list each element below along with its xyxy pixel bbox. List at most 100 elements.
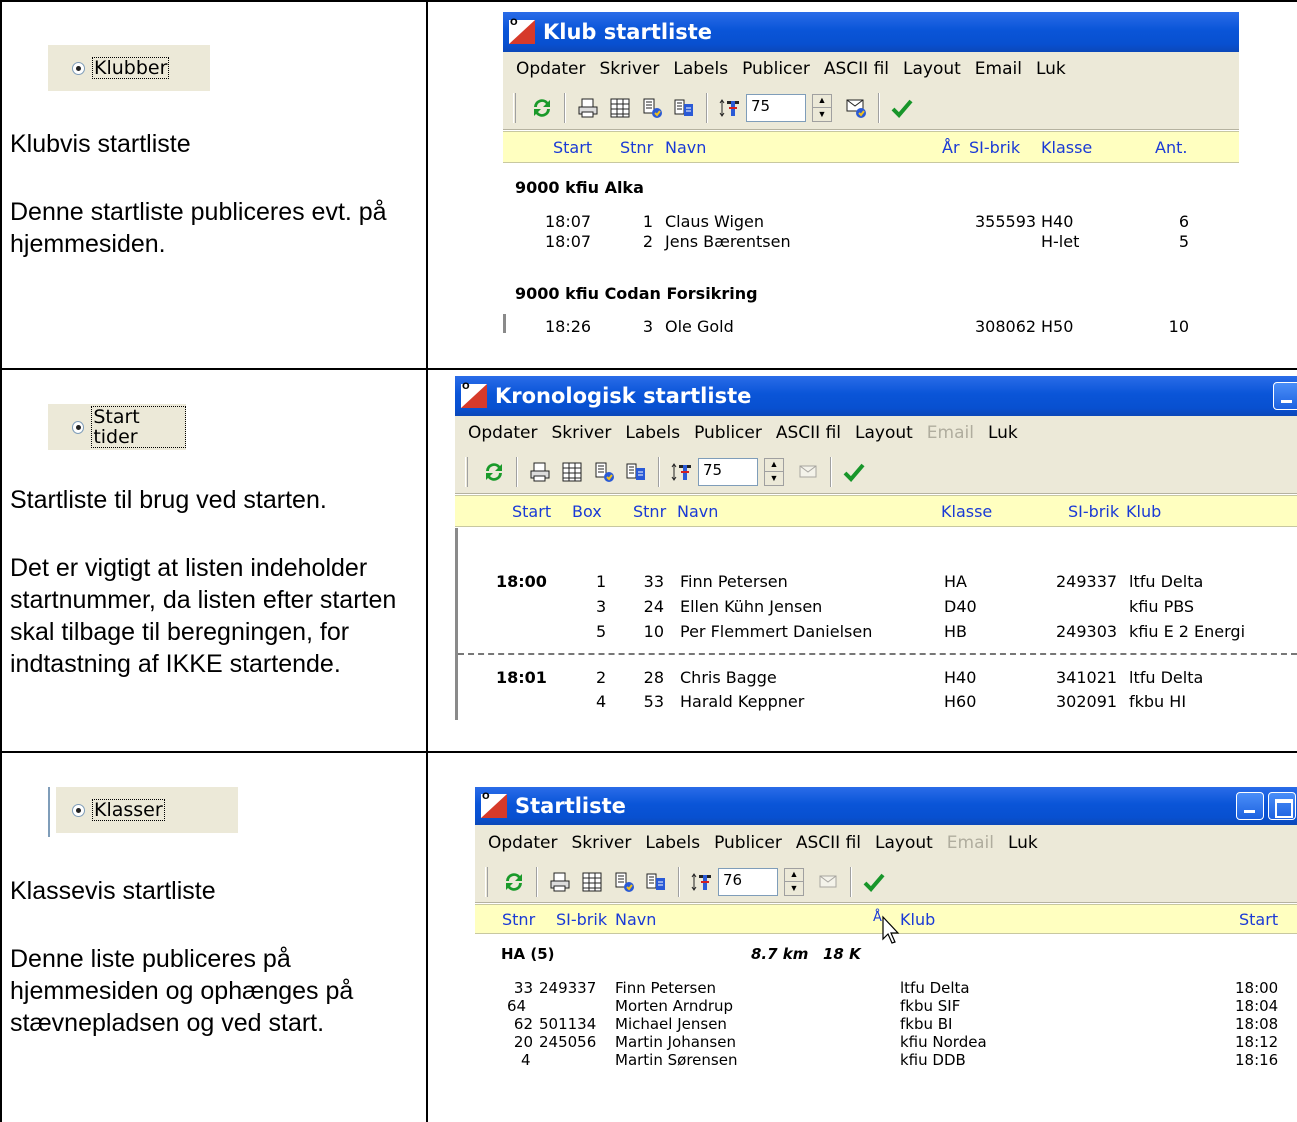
spin-up-icon[interactable]: ▲	[765, 459, 783, 472]
cell-klub: fkbu HI	[1129, 692, 1187, 711]
spin-down-icon[interactable]: ▼	[785, 882, 803, 895]
list-body: 18:00 1 33 Finn Petersen HA 249337 ltfu …	[455, 528, 1297, 720]
checkmark-icon[interactable]	[840, 458, 868, 486]
menu-layout[interactable]: Layout	[896, 59, 968, 79]
column-header-navn[interactable]: Navn	[615, 910, 656, 929]
font-size-spinner[interactable]: ▲ ▼	[784, 867, 804, 896]
column-header-start[interactable]: Start	[512, 502, 551, 521]
menu-labels[interactable]: Labels	[666, 59, 735, 79]
grid-icon[interactable]	[558, 458, 586, 486]
menu-luk[interactable]: Luk	[981, 423, 1025, 443]
menu-opdater[interactable]: Opdater	[509, 59, 593, 79]
cell-start: 18:12	[1235, 1033, 1279, 1051]
radio-klubber[interactable]: Klubber	[48, 45, 210, 91]
grid-icon[interactable]	[606, 94, 634, 122]
menu-layout[interactable]: Layout	[868, 833, 940, 853]
checkmark-icon[interactable]	[888, 94, 916, 122]
menu-ascii-fil[interactable]: ASCII fil	[769, 423, 848, 443]
column-header-ant[interactable]: Ant.	[1155, 138, 1187, 157]
checkmark-icon[interactable]	[860, 868, 888, 896]
cell-navn: Michael Jensen	[615, 1015, 727, 1033]
radio-start-tider[interactable]: Start tider	[48, 404, 186, 450]
toolbar: 75 ▲ ▼	[455, 450, 1297, 494]
app-logo-icon	[461, 382, 487, 408]
radio-klasser[interactable]: Klasser	[56, 787, 238, 833]
labels-icon[interactable]	[590, 458, 618, 486]
menu-ascii-fil[interactable]: ASCII fil	[817, 59, 896, 79]
email-icon[interactable]	[842, 94, 870, 122]
column-header-sibrik[interactable]: SI-brik	[1068, 502, 1119, 521]
refresh-icon[interactable]	[480, 458, 508, 486]
column-header-start[interactable]: Start	[1239, 910, 1278, 929]
cell-start: 18:16	[1235, 1051, 1279, 1069]
font-size-input[interactable]: 75	[746, 93, 806, 122]
grid-icon[interactable]	[578, 868, 606, 896]
font-size-input[interactable]: 76	[718, 867, 778, 896]
menu-opdater[interactable]: Opdater	[461, 423, 545, 443]
column-header-box[interactable]: Box	[572, 502, 602, 521]
column-header-navn[interactable]: Navn	[677, 502, 718, 521]
column-header-navn[interactable]: Navn	[665, 138, 706, 157]
list-header: Start Box Stnr Navn Klasse SI-brik Klub	[455, 495, 1297, 527]
printer-icon[interactable]	[546, 868, 574, 896]
minimize-button[interactable]	[1236, 792, 1264, 820]
printer-icon[interactable]	[526, 458, 554, 486]
menu-skriver[interactable]: Skriver	[565, 833, 639, 853]
menu-luk[interactable]: Luk	[1029, 59, 1073, 79]
menu-publicer[interactable]: Publicer	[735, 59, 817, 79]
menu-luk[interactable]: Luk	[1001, 833, 1045, 853]
svg-text:Å: Å	[873, 909, 882, 925]
font-size-spinner[interactable]: ▲ ▼	[764, 457, 784, 486]
font-size-input[interactable]: 75	[698, 457, 758, 486]
column-header-klasse[interactable]: Klasse	[1041, 138, 1092, 157]
column-header-stnr[interactable]: Stnr	[502, 910, 535, 929]
menu-skriver[interactable]: Skriver	[545, 423, 619, 443]
toolbar-separator	[516, 456, 518, 487]
menu-layout[interactable]: Layout	[848, 423, 920, 443]
menu-email[interactable]: Email	[968, 59, 1029, 79]
printer-icon[interactable]	[574, 94, 602, 122]
column-header-stnr[interactable]: Stnr	[620, 138, 653, 157]
maximize-button[interactable]	[1268, 792, 1296, 820]
titlebar: Kronologisk startliste	[455, 376, 1297, 416]
minimize-button[interactable]	[1273, 382, 1297, 410]
menu-labels[interactable]: Labels	[618, 423, 687, 443]
font-size-spinner[interactable]: ▲ ▼	[812, 93, 832, 122]
menu-skriver[interactable]: Skriver	[593, 59, 667, 79]
labels-icon[interactable]	[610, 868, 638, 896]
spin-up-icon[interactable]: ▲	[785, 869, 803, 882]
spin-up-icon[interactable]: ▲	[813, 95, 831, 108]
column-header-klub[interactable]: Klub	[1126, 502, 1161, 521]
cell-klasse: H40	[944, 668, 977, 687]
cell-navn: Morten Arndrup	[615, 997, 734, 1015]
menu-labels[interactable]: Labels	[638, 833, 707, 853]
cell-navn: Claus Wigen	[665, 212, 765, 231]
column-header-klasse[interactable]: Klasse	[941, 502, 992, 521]
publish-icon[interactable]	[670, 94, 698, 122]
labels-icon[interactable]	[638, 94, 666, 122]
column-header-sibrik[interactable]: SI-brik	[969, 138, 1020, 157]
cell-stnr: 24	[643, 597, 664, 616]
menu-publicer[interactable]: Publicer	[687, 423, 769, 443]
refresh-icon[interactable]	[500, 868, 528, 896]
column-header-sibrik[interactable]: SI-brik	[556, 910, 607, 929]
cell-klub: kfiu PBS	[1129, 597, 1195, 616]
publish-icon[interactable]	[622, 458, 650, 486]
description-title: Klubvis startliste	[10, 130, 191, 158]
cell-navn: Jens Bærentsen	[665, 232, 791, 251]
publish-icon[interactable]	[642, 868, 670, 896]
spin-down-icon[interactable]: ▼	[765, 472, 783, 485]
menu-opdater[interactable]: Opdater	[481, 833, 565, 853]
toolbar: 75 ▲ ▼	[503, 86, 1239, 130]
cell-stnr: 33	[643, 572, 664, 591]
window-startliste: Startliste Opdater Skriver Labels Public…	[475, 787, 1297, 1069]
menu-ascii-fil[interactable]: ASCII fil	[789, 833, 868, 853]
spin-down-icon[interactable]: ▼	[813, 108, 831, 121]
column-header-ar[interactable]: År	[942, 138, 960, 157]
menu-publicer[interactable]: Publicer	[707, 833, 789, 853]
cell-stnr: 64	[507, 997, 527, 1015]
refresh-icon[interactable]	[528, 94, 556, 122]
column-header-stnr[interactable]: Stnr	[633, 502, 666, 521]
cell-box: 3	[596, 597, 607, 616]
column-header-start[interactable]: Start	[553, 138, 592, 157]
